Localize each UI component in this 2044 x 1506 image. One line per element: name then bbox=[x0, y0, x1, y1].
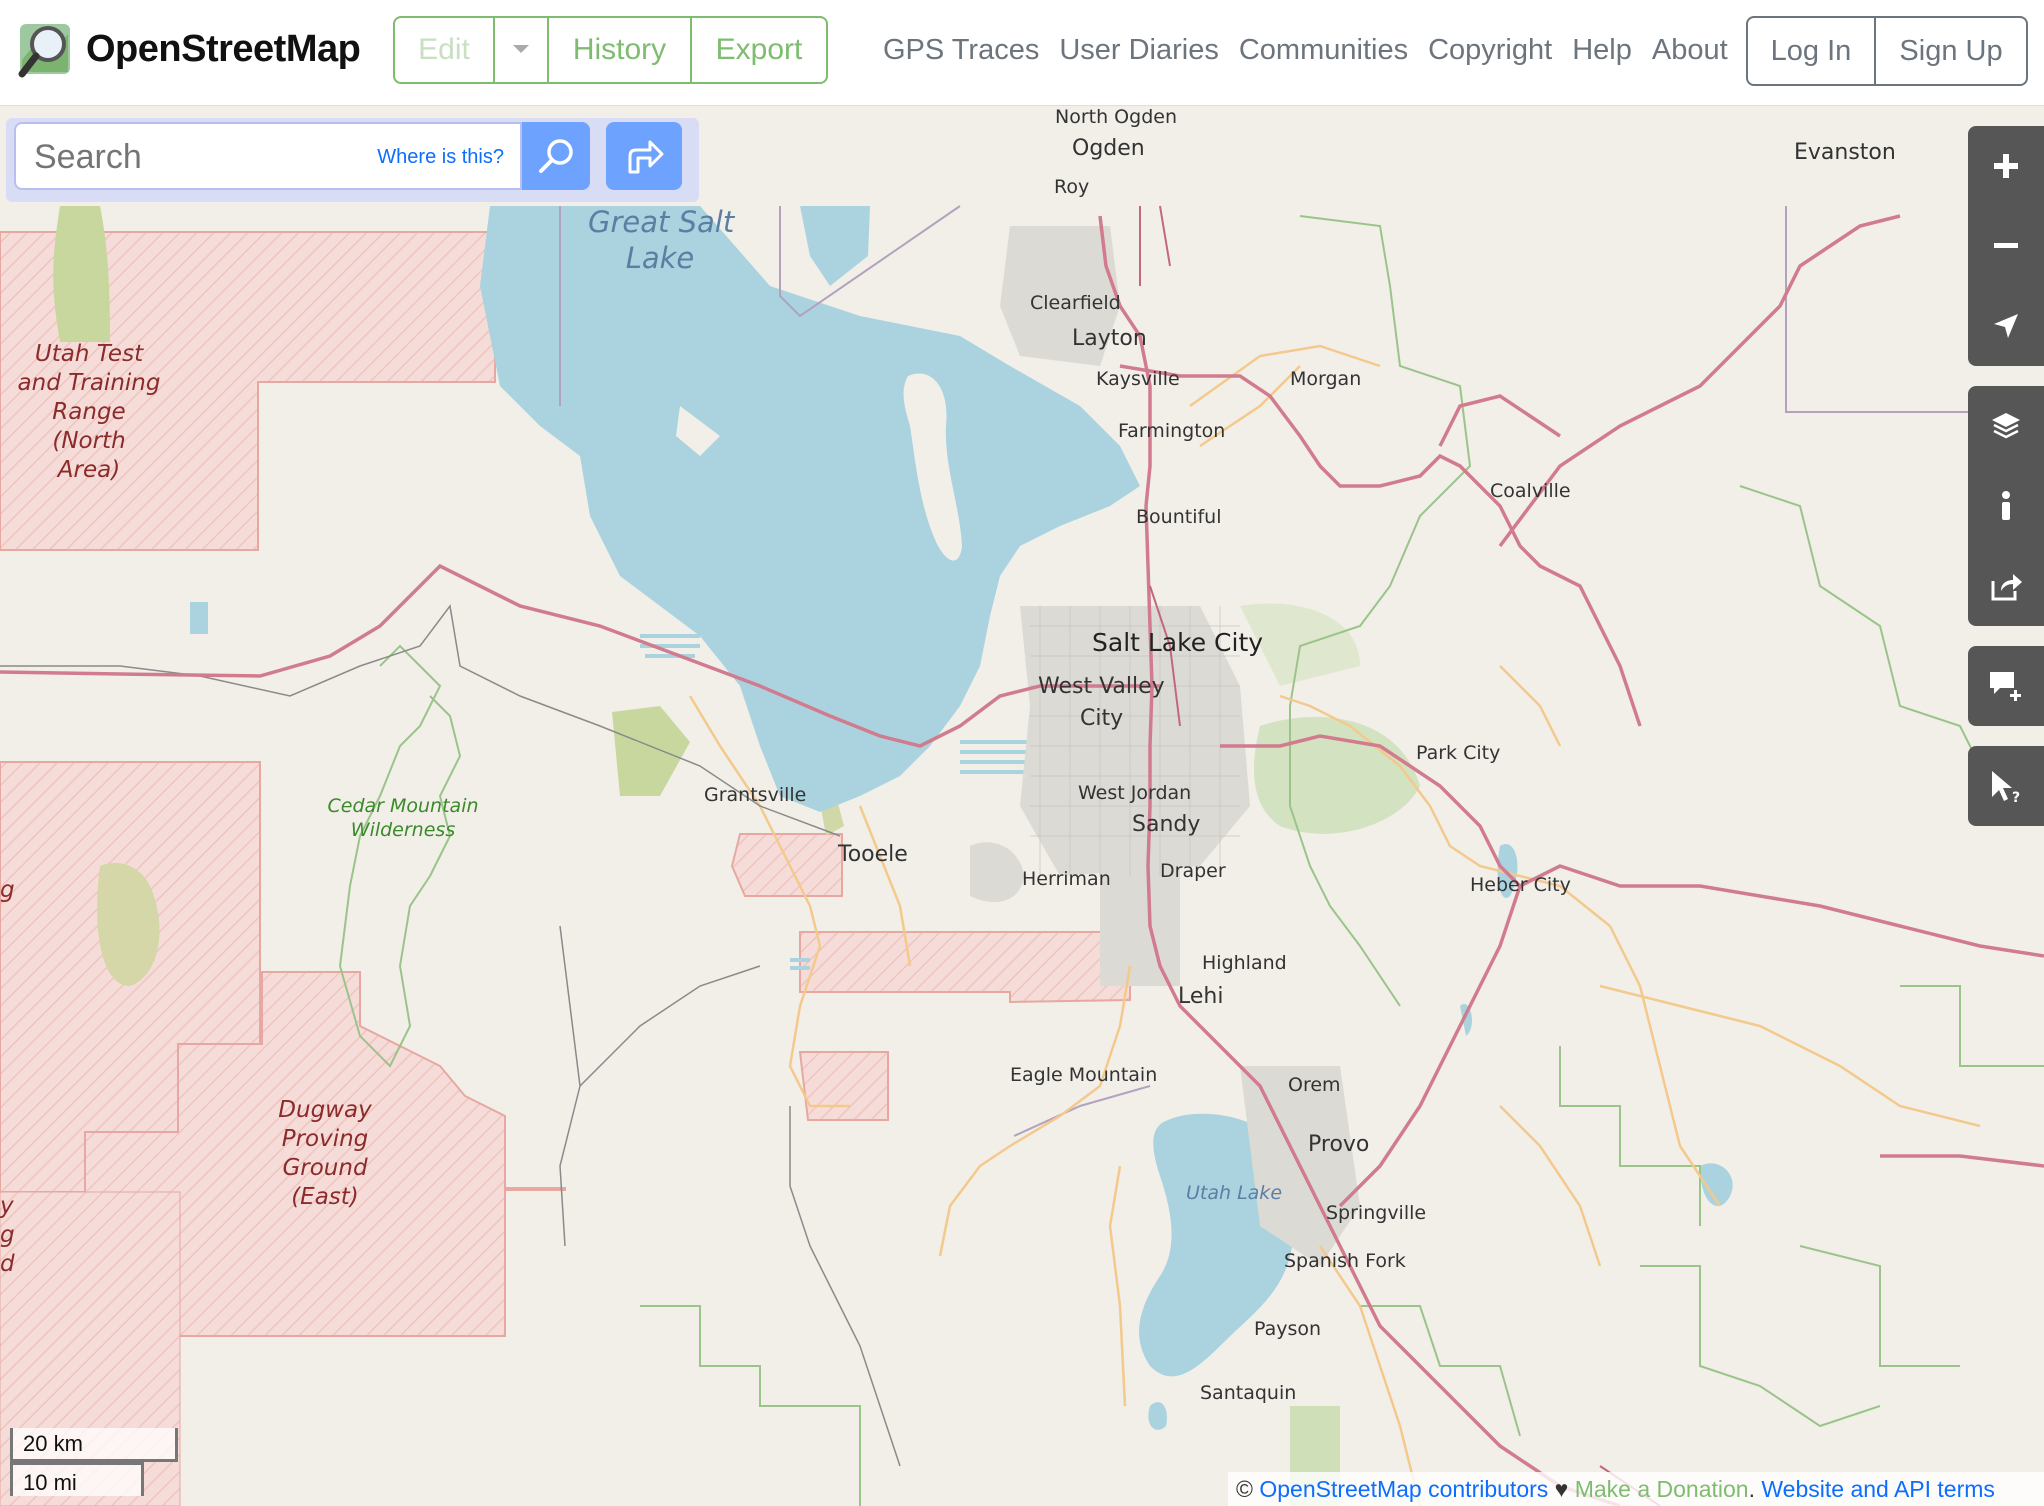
label-provo: Provo bbox=[1308, 1132, 1370, 1157]
label-morgan: Morgan bbox=[1290, 368, 1362, 390]
terms-link[interactable]: Website and API terms bbox=[1761, 1476, 1995, 1502]
zoom-out-button[interactable] bbox=[1968, 206, 2044, 286]
layers-icon bbox=[1992, 413, 2020, 439]
nav-copyright[interactable]: Copyright bbox=[1428, 34, 1552, 67]
donate-link[interactable]: Make a Donation bbox=[1575, 1476, 1749, 1502]
scale-imperial: 10 mi bbox=[10, 1462, 144, 1496]
label-highland: Highland bbox=[1202, 952, 1287, 974]
label-eagle-mountain: Eagle Mountain bbox=[1010, 1064, 1158, 1086]
label-cedar-mountain-wilderness: Cedar Mountain Wilderness bbox=[327, 795, 479, 841]
label-north-ogden: North Ogden bbox=[1055, 106, 1177, 128]
location-arrow-icon bbox=[1994, 314, 2018, 338]
label-ogden: Ogden bbox=[1072, 136, 1145, 161]
label-west-valley: West Valley bbox=[1038, 674, 1165, 699]
svg-text:?: ? bbox=[2012, 790, 2020, 803]
label-dugway-proving-ground: Dugway Proving Ground (East) bbox=[278, 1097, 372, 1210]
query-controls: ? bbox=[1968, 746, 2044, 826]
plus-icon bbox=[1994, 154, 2018, 178]
map-base-layer bbox=[0, 205, 2044, 1506]
main-nav: GPS Traces User Diaries Communities Copy… bbox=[883, 34, 1728, 67]
label-farmington: Farmington bbox=[1118, 420, 1226, 442]
minus-icon bbox=[1994, 243, 2018, 248]
heart-icon: ♥ bbox=[1548, 1476, 1575, 1502]
nav-about[interactable]: About bbox=[1652, 34, 1728, 67]
edit-dropdown-button[interactable] bbox=[495, 18, 549, 82]
label-edge-fragment-stack: ygd bbox=[0, 1193, 15, 1277]
label-layton: Layton bbox=[1072, 326, 1147, 351]
zoom-controls bbox=[1968, 126, 2044, 366]
top-header: OpenStreetMap Edit History Export GPS Tr… bbox=[0, 0, 2044, 106]
attribution-bar: © OpenStreetMap contributors ♥ Make a Do… bbox=[1228, 1472, 2044, 1506]
layers-button[interactable] bbox=[1968, 386, 2044, 466]
share-button[interactable] bbox=[1968, 546, 2044, 626]
osm-logo-icon[interactable] bbox=[18, 20, 78, 80]
label-west-jordan: West Jordan bbox=[1078, 782, 1192, 804]
label-tooele: Tooele bbox=[838, 842, 908, 867]
label-utah-lake: Utah Lake bbox=[1186, 1182, 1283, 1204]
search-submit-button[interactable] bbox=[522, 122, 590, 190]
label-lehi: Lehi bbox=[1178, 984, 1224, 1009]
export-button[interactable]: Export bbox=[692, 18, 826, 82]
label-roy: Roy bbox=[1054, 176, 1090, 198]
map-canvas[interactable]: North Ogden Ogden Roy Clearfield Layton … bbox=[0, 106, 2044, 1506]
zoom-in-button[interactable] bbox=[1968, 126, 2044, 206]
locate-button[interactable] bbox=[1968, 286, 2044, 366]
label-herriman: Herriman bbox=[1022, 868, 1111, 890]
nav-communities[interactable]: Communities bbox=[1239, 34, 1408, 67]
label-evanston: Evanston bbox=[1794, 140, 1896, 165]
label-spanish-fork: Spanish Fork bbox=[1284, 1250, 1406, 1272]
note-controls bbox=[1968, 646, 2044, 726]
label-kaysville: Kaysville bbox=[1096, 368, 1180, 390]
label-clearfield: Clearfield bbox=[1030, 292, 1121, 314]
nav-gps-traces[interactable]: GPS Traces bbox=[883, 34, 1039, 67]
search-input[interactable] bbox=[32, 136, 366, 178]
login-button[interactable]: Log In bbox=[1748, 18, 1876, 84]
scale-metric: 20 km bbox=[10, 1428, 178, 1462]
attribution-copyright: © bbox=[1236, 1476, 1260, 1502]
history-button[interactable]: History bbox=[549, 18, 692, 82]
chevron-down-icon bbox=[513, 45, 529, 53]
add-note-icon bbox=[1990, 672, 2021, 701]
signup-button[interactable]: Sign Up bbox=[1876, 18, 2026, 84]
label-santaquin: Santaquin bbox=[1200, 1382, 1297, 1404]
label-great-salt-lake: Great Salt Lake bbox=[588, 205, 735, 275]
label-grantsville: Grantsville bbox=[704, 784, 807, 806]
label-orem: Orem bbox=[1288, 1074, 1341, 1096]
auth-group: Log In Sign Up bbox=[1746, 16, 2028, 86]
label-bountiful: Bountiful bbox=[1136, 506, 1222, 528]
label-utah-test-training-range: Utah Test and Training Range (North Area) bbox=[17, 341, 161, 483]
query-features-button[interactable]: ? bbox=[1968, 746, 2044, 826]
label-draper: Draper bbox=[1160, 860, 1226, 882]
query-cursor-icon: ? bbox=[1992, 771, 2020, 803]
nav-help[interactable]: Help bbox=[1572, 34, 1632, 67]
edit-history-export-group: Edit History Export bbox=[393, 16, 828, 84]
nav-user-diaries[interactable]: User Diaries bbox=[1059, 34, 1219, 67]
label-springville: Springville bbox=[1326, 1202, 1427, 1224]
label-park-city: Park City bbox=[1416, 742, 1501, 764]
attribution-separator: . bbox=[1748, 1476, 1762, 1502]
brand-title[interactable]: OpenStreetMap bbox=[86, 28, 361, 71]
add-note-button[interactable] bbox=[1968, 646, 2044, 726]
info-icon bbox=[2002, 491, 2010, 520]
label-coalville: Coalville bbox=[1490, 480, 1571, 502]
label-salt-lake-city: Salt Lake City bbox=[1092, 628, 1264, 657]
small-restricted-1 bbox=[730, 833, 843, 897]
small-restricted-3 bbox=[798, 1051, 889, 1121]
directions-icon bbox=[628, 140, 664, 174]
label-payson: Payson bbox=[1254, 1318, 1322, 1340]
contributors-link[interactable]: OpenStreetMap contributors bbox=[1259, 1476, 1548, 1502]
label-heber-city: Heber City bbox=[1470, 874, 1571, 896]
search-icon bbox=[539, 139, 573, 173]
map-panels-controls bbox=[1968, 386, 2044, 626]
map-key-button[interactable] bbox=[1968, 466, 2044, 546]
label-west-valley-city: City bbox=[1080, 706, 1124, 731]
label-sandy: Sandy bbox=[1132, 812, 1201, 837]
edit-button[interactable]: Edit bbox=[395, 18, 495, 82]
directions-button[interactable] bbox=[606, 122, 682, 190]
label-edge-fragment: g bbox=[0, 877, 15, 903]
search-box: Where is this? bbox=[14, 122, 522, 190]
small-restricted-2 bbox=[799, 931, 1131, 1004]
share-icon bbox=[1991, 574, 2022, 601]
where-is-this-link[interactable]: Where is this? bbox=[377, 146, 504, 169]
